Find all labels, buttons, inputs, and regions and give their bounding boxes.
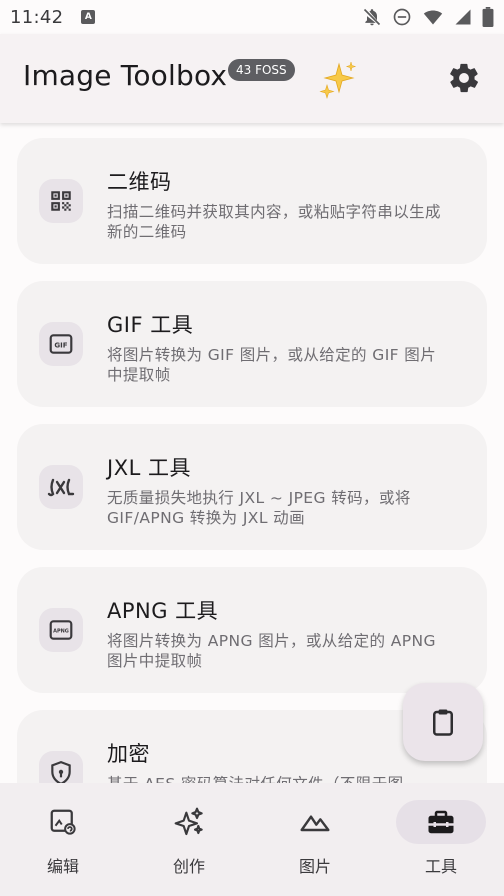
- sparkle-create-icon: [144, 800, 234, 844]
- bell-off-icon: [363, 8, 381, 26]
- nav-label: 创作: [172, 857, 205, 876]
- tool-card-description: 将图片转换为 APNG 图片，或从给定的 APNG 图片中提取帧: [107, 632, 436, 670]
- tool-card-description: 将图片转换为 GIF 图片，或从给定的 GIF 图片中提取帧: [107, 346, 437, 384]
- tool-card-qr-code[interactable]: 二维码 扫描二维码并获取其内容，或粘贴字符串以生成新的二维码: [17, 138, 487, 264]
- paste-clipboard-button[interactable]: [403, 683, 483, 761]
- tool-card-title: 二维码: [107, 170, 172, 194]
- tool-card-title: 加密: [107, 742, 150, 766]
- battery-icon: [482, 7, 494, 27]
- sparkles-icon[interactable]: [317, 59, 359, 101]
- apng-icon: APNG: [39, 608, 83, 652]
- app-title: Image Toolbox: [23, 59, 228, 92]
- do-not-disturb-icon: [393, 8, 411, 26]
- tool-card-gif[interactable]: GIF GIF 工具 将图片转换为 GIF 图片，或从给定的 GIF 图片中提取…: [17, 281, 487, 407]
- wifi-icon: [423, 10, 443, 25]
- tool-card-apng[interactable]: APNG APNG 工具 将图片转换为 APNG 图片，或从给定的 APNG 图…: [17, 567, 487, 693]
- bottom-navigation: 编辑 创作 图片 工具: [0, 783, 504, 896]
- version-badge: 43 FOSS: [228, 59, 295, 81]
- tool-card-title: GIF 工具: [107, 313, 194, 337]
- nav-item-tools[interactable]: 工具: [378, 783, 504, 896]
- top-app-bar: Image Toolbox 43 FOSS: [0, 34, 504, 123]
- nav-item-edit[interactable]: 编辑: [0, 783, 126, 896]
- svg-text:APNG: APNG: [53, 628, 69, 634]
- qr-code-icon: [39, 179, 83, 223]
- tool-card-title: APNG 工具: [107, 599, 219, 623]
- tool-card-jxl[interactable]: JXL 工具 无质量损失地执行 JXL ~ JPEG 转码，或将 GIF/APN…: [17, 424, 487, 550]
- gif-icon: GIF: [39, 322, 83, 366]
- shield-lock-icon: [39, 751, 83, 783]
- tool-card-description: 无质量损失地执行 JXL ~ JPEG 转码，或将 GIF/APNG 转换为 J…: [107, 489, 411, 527]
- image-edit-icon: [18, 800, 108, 844]
- svg-text:GIF: GIF: [54, 340, 67, 349]
- settings-gear-icon[interactable]: [444, 58, 484, 98]
- nav-label: 编辑: [46, 857, 79, 876]
- status-icons: [362, 7, 494, 27]
- nav-item-create[interactable]: 创作: [126, 783, 252, 896]
- tool-card-description: 基于 AES 密码算法对任何文件（不限于图: [107, 774, 447, 783]
- tool-card-description: 扫描二维码并获取其内容，或粘贴字符串以生成新的二维码: [107, 203, 441, 241]
- jxl-icon: [39, 465, 83, 509]
- clipboard-icon: [433, 709, 453, 736]
- status-bar: 11:42 A: [0, 0, 504, 34]
- status-time: 11:42: [10, 6, 64, 28]
- nav-label: 图片: [298, 857, 331, 876]
- tool-card-title: JXL 工具: [107, 456, 191, 480]
- nav-item-images[interactable]: 图片: [252, 783, 378, 896]
- signal-icon: [455, 9, 471, 25]
- nav-label: 工具: [424, 857, 457, 876]
- image-landscape-icon: [270, 800, 360, 844]
- toolbox-icon: [396, 800, 486, 844]
- notification-icon: A: [81, 10, 96, 24]
